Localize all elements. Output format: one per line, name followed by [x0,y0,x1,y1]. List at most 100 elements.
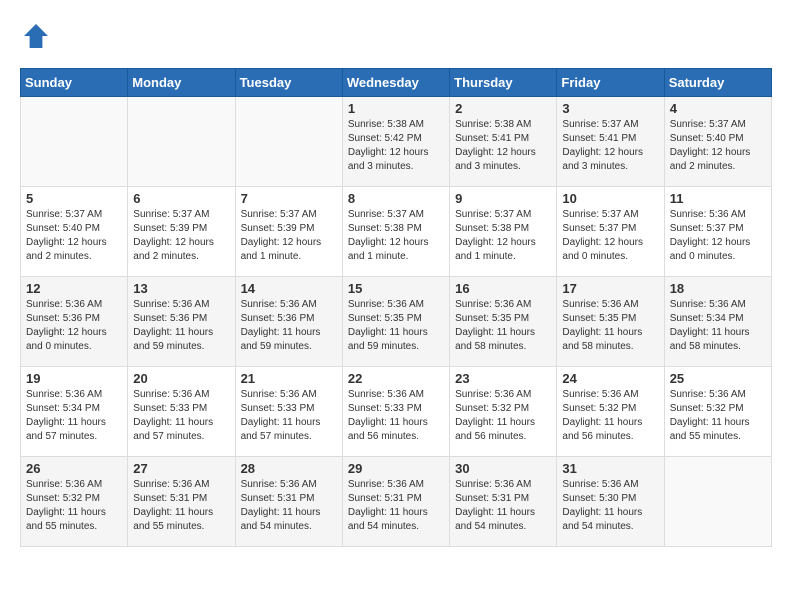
day-header-sunday: Sunday [21,69,128,97]
day-number: 31 [562,461,658,476]
day-info: Sunrise: 5:36 AM Sunset: 5:31 PM Dayligh… [455,478,551,534]
day-header-monday: Monday [128,69,235,97]
day-cell: 3 Sunrise: 5:37 AM Sunset: 5:41 PM Daylig… [557,97,664,187]
day-info: Sunrise: 5:37 AM Sunset: 5:40 PM Dayligh… [670,118,766,174]
day-number: 1 [348,101,444,116]
day-header-saturday: Saturday [664,69,771,97]
day-number: 26 [26,461,122,476]
week-row-1: 1Sunrise: 5:38 AM Sunset: 5:42 PM Daylig… [21,97,772,187]
day-cell: 11Sunrise: 5:36 AM Sunset: 5:37 PM Dayli… [664,187,771,277]
day-info: Sunrise: 5:36 AM Sunset: 5:32 PM Dayligh… [670,388,766,444]
day-number: 19 [26,371,122,386]
day-number: 7 [241,191,337,206]
day-cell [235,97,342,187]
day-info: Sunrise: 5:36 AM Sunset: 5:31 PM Dayligh… [133,478,229,534]
day-cell: 26 Sunrise: 5:36 AM Sunset: 5:32 PM Dayli… [21,457,128,547]
day-info: Sunrise: 5:37 AM Sunset: 5:39 PM Dayligh… [241,208,337,264]
day-cell: 6 Sunrise: 5:37 AM Sunset: 5:39 PM Daylig… [128,187,235,277]
page-header [20,20,772,52]
day-cell: 24 Sunrise: 5:36 AM Sunset: 5:32 PM Dayli… [557,367,664,457]
day-cell: 27 Sunrise: 5:36 AM Sunset: 5:31 PM Dayli… [128,457,235,547]
day-cell: 8 Sunrise: 5:37 AM Sunset: 5:38 PM Daylig… [342,187,449,277]
day-cell: 19 Sunrise: 5:36 AM Sunset: 5:34 PM Dayli… [21,367,128,457]
day-number: 11 [670,191,766,206]
day-cell: 2 Sunrise: 5:38 AM Sunset: 5:41 PM Daylig… [450,97,557,187]
day-info: Sunrise: 5:36 AM Sunset: 5:33 PM Dayligh… [133,388,229,444]
day-header-thursday: Thursday [450,69,557,97]
day-number: 27 [133,461,229,476]
day-info: Sunrise: 5:36 AM Sunset: 5:31 PM Dayligh… [348,478,444,534]
day-cell: 22 Sunrise: 5:36 AM Sunset: 5:33 PM Dayli… [342,367,449,457]
week-row-3: 12 Sunrise: 5:36 AM Sunset: 5:36 PM Dayli… [21,277,772,367]
day-info: Sunrise: 5:36 AM Sunset: 5:35 PM Dayligh… [348,298,444,354]
day-info: Sunrise: 5:36 AM Sunset: 5:30 PM Dayligh… [562,478,658,534]
day-number: 25 [670,371,766,386]
day-header-tuesday: Tuesday [235,69,342,97]
day-info: Sunrise: 5:37 AM Sunset: 5:38 PM Dayligh… [348,208,444,264]
day-number: 18 [670,281,766,296]
day-cell: 17 Sunrise: 5:36 AM Sunset: 5:35 PM Dayli… [557,277,664,367]
day-cell [21,97,128,187]
day-cell [664,457,771,547]
day-cell: 25 Sunrise: 5:36 AM Sunset: 5:32 PM Dayli… [664,367,771,457]
day-cell: 30 Sunrise: 5:36 AM Sunset: 5:31 PM Dayli… [450,457,557,547]
day-header-friday: Friday [557,69,664,97]
day-cell: 1Sunrise: 5:38 AM Sunset: 5:42 PM Daylig… [342,97,449,187]
day-number: 17 [562,281,658,296]
day-cell: 23Sunrise: 5:36 AM Sunset: 5:32 PM Dayli… [450,367,557,457]
day-number: 4 [670,101,766,116]
day-info: Sunrise: 5:36 AM Sunset: 5:36 PM Dayligh… [133,298,229,354]
day-number: 2 [455,101,551,116]
day-cell [128,97,235,187]
day-number: 13 [133,281,229,296]
day-number: 14 [241,281,337,296]
week-row-4: 19 Sunrise: 5:36 AM Sunset: 5:34 PM Dayli… [21,367,772,457]
day-cell: 15 Sunrise: 5:36 AM Sunset: 5:35 PM Dayli… [342,277,449,367]
day-number: 12 [26,281,122,296]
day-cell: 28 Sunrise: 5:36 AM Sunset: 5:31 PM Dayli… [235,457,342,547]
day-info: Sunrise: 5:37 AM Sunset: 5:39 PM Dayligh… [133,208,229,264]
day-number: 6 [133,191,229,206]
day-cell: 29 Sunrise: 5:36 AM Sunset: 5:31 PM Dayli… [342,457,449,547]
day-cell: 9Sunrise: 5:37 AM Sunset: 5:38 PM Daylig… [450,187,557,277]
day-info: Sunrise: 5:36 AM Sunset: 5:31 PM Dayligh… [241,478,337,534]
day-number: 29 [348,461,444,476]
day-info: Sunrise: 5:36 AM Sunset: 5:34 PM Dayligh… [670,298,766,354]
day-number: 8 [348,191,444,206]
day-cell: 12 Sunrise: 5:36 AM Sunset: 5:36 PM Dayli… [21,277,128,367]
logo [20,20,58,52]
day-info: Sunrise: 5:36 AM Sunset: 5:32 PM Dayligh… [455,388,551,444]
day-number: 30 [455,461,551,476]
day-info: Sunrise: 5:36 AM Sunset: 5:33 PM Dayligh… [241,388,337,444]
day-number: 22 [348,371,444,386]
day-cell: 21 Sunrise: 5:36 AM Sunset: 5:33 PM Dayli… [235,367,342,457]
day-cell: 4 Sunrise: 5:37 AM Sunset: 5:40 PM Daylig… [664,97,771,187]
day-number: 24 [562,371,658,386]
day-info: Sunrise: 5:37 AM Sunset: 5:38 PM Dayligh… [455,208,551,264]
day-info: Sunrise: 5:36 AM Sunset: 5:36 PM Dayligh… [26,298,122,354]
day-info: Sunrise: 5:36 AM Sunset: 5:34 PM Dayligh… [26,388,122,444]
day-info: Sunrise: 5:36 AM Sunset: 5:32 PM Dayligh… [562,388,658,444]
calendar-table: SundayMondayTuesdayWednesdayThursdayFrid… [20,68,772,547]
day-number: 5 [26,191,122,206]
day-cell: 7 Sunrise: 5:37 AM Sunset: 5:39 PM Daylig… [235,187,342,277]
day-header-wednesday: Wednesday [342,69,449,97]
day-info: Sunrise: 5:36 AM Sunset: 5:32 PM Dayligh… [26,478,122,534]
day-number: 16 [455,281,551,296]
day-info: Sunrise: 5:36 AM Sunset: 5:33 PM Dayligh… [348,388,444,444]
day-info: Sunrise: 5:38 AM Sunset: 5:41 PM Dayligh… [455,118,551,174]
day-number: 15 [348,281,444,296]
day-info: Sunrise: 5:36 AM Sunset: 5:35 PM Dayligh… [455,298,551,354]
day-number: 20 [133,371,229,386]
week-row-2: 5 Sunrise: 5:37 AM Sunset: 5:40 PM Daylig… [21,187,772,277]
day-info: Sunrise: 5:36 AM Sunset: 5:35 PM Dayligh… [562,298,658,354]
day-number: 3 [562,101,658,116]
day-number: 28 [241,461,337,476]
day-cell: 18 Sunrise: 5:36 AM Sunset: 5:34 PM Dayli… [664,277,771,367]
logo-icon [20,20,52,52]
day-number: 21 [241,371,337,386]
day-cell: 10Sunrise: 5:37 AM Sunset: 5:37 PM Dayli… [557,187,664,277]
day-cell: 20 Sunrise: 5:36 AM Sunset: 5:33 PM Dayli… [128,367,235,457]
day-info: Sunrise: 5:37 AM Sunset: 5:40 PM Dayligh… [26,208,122,264]
day-info: Sunrise: 5:37 AM Sunset: 5:41 PM Dayligh… [562,118,658,174]
